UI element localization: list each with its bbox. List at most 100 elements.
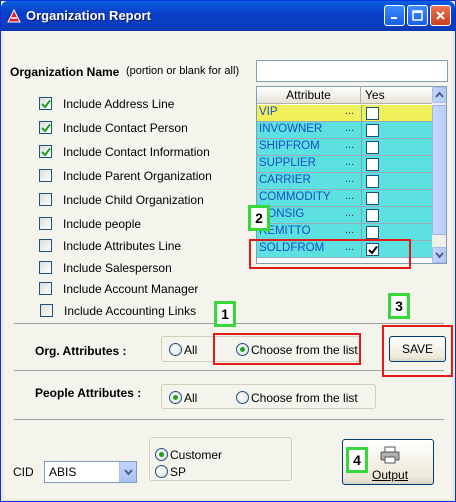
attribute-row[interactable]: CONSIG... xyxy=(257,207,432,224)
attribute-ellipsis[interactable]: ... xyxy=(345,224,354,236)
column-divider xyxy=(361,156,362,173)
attribute-name: COMMODITY xyxy=(259,191,331,203)
yes-column-header[interactable]: Yes xyxy=(365,87,385,104)
attribute-ellipsis[interactable]: ... xyxy=(345,105,354,117)
attribute-yes-checkbox[interactable] xyxy=(366,209,379,222)
column-divider xyxy=(361,105,362,122)
scroll-down-button[interactable] xyxy=(432,247,446,263)
attribute-row[interactable]: INVOWNER... xyxy=(257,122,432,139)
attribute-ellipsis[interactable]: ... xyxy=(345,190,354,202)
attribute-yes-checkbox[interactable] xyxy=(366,124,379,137)
include-option-checkbox[interactable] xyxy=(39,193,52,206)
scroll-up-button[interactable] xyxy=(432,87,446,103)
minimize-icon xyxy=(391,17,397,19)
attribute-name: CARRIER xyxy=(259,174,311,186)
customer-radio[interactable] xyxy=(155,448,168,461)
dialog-body: Organization Name (portion or blank for … xyxy=(4,31,453,499)
attribute-yes-checkbox[interactable] xyxy=(366,158,379,171)
include-option-checkbox[interactable] xyxy=(40,304,53,317)
include-option-label[interactable]: Include Accounting Links xyxy=(64,304,196,318)
sp-label[interactable]: SP xyxy=(170,465,186,479)
include-option-checkbox[interactable] xyxy=(39,217,52,230)
people-attributes-all-label[interactable]: All xyxy=(184,391,197,405)
output-label: Output xyxy=(372,468,409,482)
include-option-checkbox[interactable] xyxy=(39,121,52,134)
people-attributes-all-radio[interactable] xyxy=(169,391,182,404)
attribute-row[interactable]: SUPPLIER... xyxy=(257,156,432,173)
org-name-input[interactable] xyxy=(256,60,448,82)
checkmark-icon xyxy=(41,123,51,133)
attribute-column-header[interactable]: Attribute xyxy=(257,87,361,104)
maximize-button[interactable] xyxy=(407,5,428,26)
app-icon xyxy=(7,8,21,23)
annotation-box-1 xyxy=(213,333,361,365)
chevron-down-icon xyxy=(123,468,133,476)
column-divider xyxy=(361,122,362,139)
attribute-ellipsis[interactable]: ... xyxy=(345,207,354,219)
checkmark-icon xyxy=(41,99,51,109)
org-attributes-all-label[interactable]: All xyxy=(184,343,197,357)
cid-label: CID xyxy=(13,465,34,479)
close-button[interactable] xyxy=(430,5,451,26)
attribute-yes-checkbox[interactable] xyxy=(366,175,379,188)
attribute-yes-checkbox[interactable] xyxy=(366,107,379,120)
attribute-ellipsis[interactable]: ... xyxy=(345,139,354,151)
attribute-name: VIP xyxy=(259,106,278,118)
people-attributes-group: All Choose from the list xyxy=(161,384,376,409)
cid-dropdown-button[interactable] xyxy=(119,462,136,482)
column-divider xyxy=(361,207,362,224)
org-attributes-label: Org. Attributes : xyxy=(35,344,127,358)
org-name-label: Organization Name xyxy=(10,65,120,79)
org-name-hint: (portion or blank for all) xyxy=(126,65,240,77)
attribute-name: SHIPFROM xyxy=(259,140,320,152)
attribute-row[interactable]: VIP... xyxy=(257,105,432,122)
column-divider xyxy=(361,190,362,207)
window-title: Organization Report xyxy=(26,8,151,23)
attribute-yes-checkbox[interactable] xyxy=(366,226,379,239)
attribute-ellipsis[interactable]: ... xyxy=(345,156,354,168)
include-option-checkbox[interactable] xyxy=(39,239,52,252)
checkmark-icon xyxy=(41,147,51,157)
attribute-ellipsis[interactable]: ... xyxy=(345,122,354,134)
cid-select[interactable]: ABIS xyxy=(44,461,137,483)
annotation-badge-1: 1 xyxy=(214,301,236,327)
minimize-button[interactable] xyxy=(384,5,405,26)
attribute-row[interactable]: SHIPFROM... xyxy=(257,139,432,156)
attribute-row[interactable]: CARRIER... xyxy=(257,173,432,190)
attribute-grid-scrollbar[interactable] xyxy=(432,87,446,263)
annotation-box-2 xyxy=(249,239,411,269)
attribute-yes-checkbox[interactable] xyxy=(366,192,379,205)
include-option-label[interactable]: Include Address Line xyxy=(63,97,174,111)
include-option-label[interactable]: Include Account Manager xyxy=(63,282,198,296)
include-option-label[interactable]: Include Contact Information xyxy=(63,145,210,159)
include-option-label[interactable]: Include Attributes Line xyxy=(63,239,181,253)
include-option-checkbox[interactable] xyxy=(39,145,52,158)
attribute-ellipsis[interactable]: ... xyxy=(345,173,354,185)
chevron-down-icon xyxy=(435,252,444,259)
people-attributes-choose-label[interactable]: Choose from the list xyxy=(251,391,358,405)
radio-selected-dot xyxy=(173,395,178,400)
attribute-yes-checkbox[interactable] xyxy=(366,141,379,154)
org-attributes-all-radio[interactable] xyxy=(169,343,182,356)
column-divider xyxy=(361,139,362,156)
include-option-label[interactable]: Include Child Organization xyxy=(63,193,204,207)
include-option-label[interactable]: Include Salesperson xyxy=(63,261,172,275)
radio-selected-dot xyxy=(159,452,164,457)
include-option-checkbox[interactable] xyxy=(39,169,52,182)
include-option-checkbox[interactable] xyxy=(39,261,52,274)
include-option-label[interactable]: Include people xyxy=(63,217,141,231)
sp-radio[interactable] xyxy=(155,465,168,478)
annotation-badge-3: 3 xyxy=(388,293,410,319)
separator xyxy=(14,370,444,371)
include-option-label[interactable]: Include Parent Organization xyxy=(63,169,212,183)
include-option-checkbox[interactable] xyxy=(39,282,52,295)
scroll-thumb[interactable] xyxy=(432,105,446,235)
attribute-row[interactable]: COMMODITY... xyxy=(257,190,432,207)
column-divider xyxy=(361,173,362,190)
include-option-checkbox[interactable] xyxy=(39,97,52,110)
include-option-label[interactable]: Include Contact Person xyxy=(63,121,188,135)
annotation-badge-2: 2 xyxy=(248,205,270,231)
customer-label[interactable]: Customer xyxy=(170,448,222,462)
people-attributes-choose-radio[interactable] xyxy=(236,391,249,404)
attribute-grid[interactable]: Attribute Yes VIP... INVOWNER... SHIPFROM.… xyxy=(256,86,447,264)
